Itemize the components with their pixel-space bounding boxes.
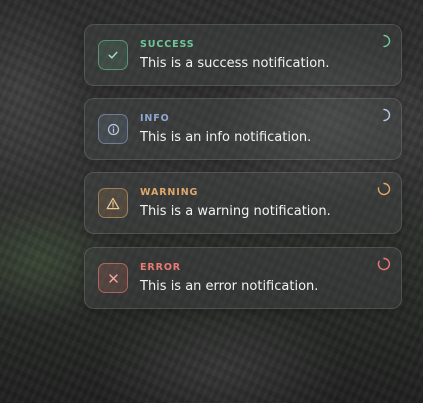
loading-spinner-icon [383, 34, 391, 48]
notification-title: INFO [140, 113, 170, 124]
success-icon-box [98, 40, 128, 70]
info-notification[interactable]: INFO This is an info notification. [84, 98, 402, 160]
success-notification[interactable]: SUCCESS This is a success notification. [84, 24, 402, 86]
notification-title: SUCCESS [140, 39, 195, 50]
warning-notification[interactable]: WARNING This is a warning notification. [84, 172, 402, 234]
close-icon [108, 273, 118, 283]
info-icon-box [98, 114, 128, 144]
loading-spinner-icon [383, 108, 391, 122]
error-notification[interactable]: ERROR This is an error notification. [84, 247, 402, 309]
check-icon [108, 51, 118, 59]
warning-icon [106, 197, 120, 209]
notification-title: WARNING [140, 187, 199, 198]
notification-message: This is a warning notification. [140, 204, 331, 219]
loading-spinner-icon [377, 257, 391, 271]
notification-message: This is an error notification. [140, 279, 319, 294]
notification-message: This is an info notification. [140, 130, 312, 145]
notification-message: This is a success notification. [140, 56, 330, 71]
warning-icon-box [98, 188, 128, 218]
info-icon [107, 123, 119, 135]
error-icon-box [98, 263, 128, 293]
notification-title: ERROR [140, 262, 182, 273]
loading-spinner-icon [377, 182, 391, 196]
